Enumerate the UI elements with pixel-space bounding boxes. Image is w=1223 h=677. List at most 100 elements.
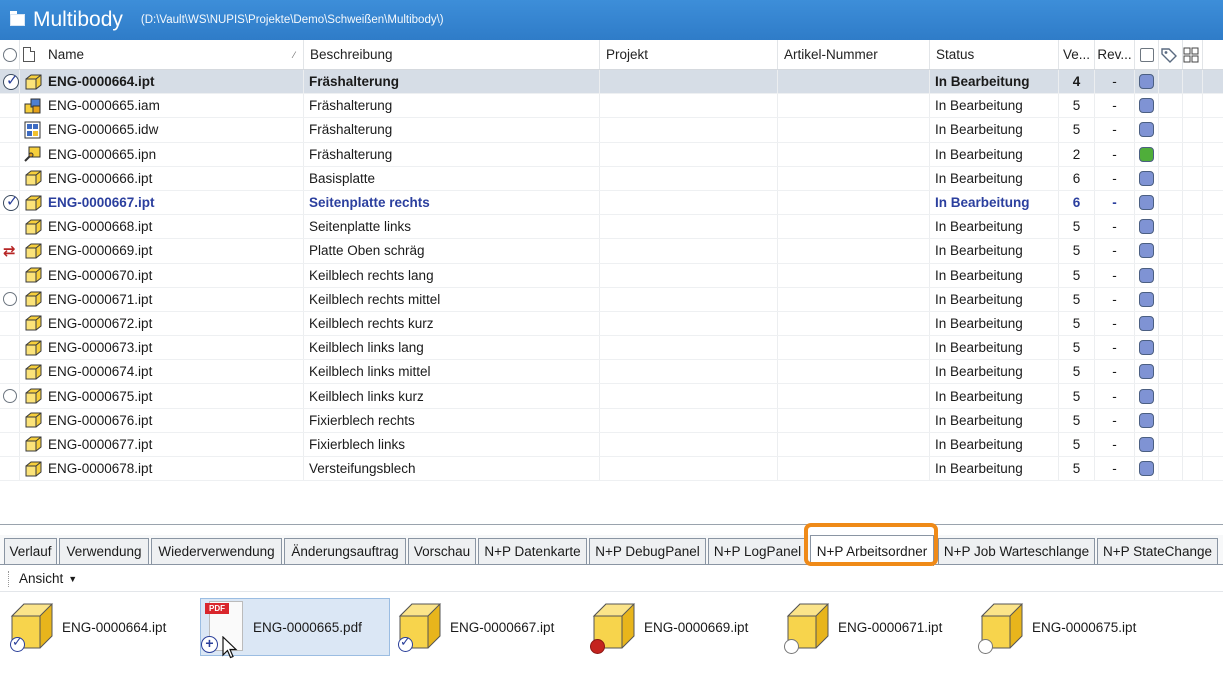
name-cell[interactable]: ENG-0000672.ipt bbox=[46, 311, 304, 336]
row-select-cell[interactable] bbox=[0, 336, 20, 360]
empty-cell bbox=[1159, 336, 1183, 360]
row-select-cell[interactable] bbox=[0, 190, 20, 215]
tab-verlauf[interactable]: Verlauf bbox=[4, 538, 57, 564]
workfolder-file-item[interactable]: ENG-0000669.ipt bbox=[590, 598, 748, 656]
empty-status-icon bbox=[978, 639, 993, 654]
row-select-cell[interactable] bbox=[0, 311, 20, 336]
table-row[interactable]: ENG-0000666.ipt Basisplatte In Bearbeitung… bbox=[0, 166, 1223, 191]
checked-out-icon[interactable] bbox=[3, 192, 19, 211]
tab-n-p-logpanel[interactable]: N+P LogPanel bbox=[708, 538, 807, 564]
row-select-cell[interactable] bbox=[0, 94, 20, 118]
table-row[interactable]: ENG-0000672.ipt Keilblech rechts kurz In B… bbox=[0, 311, 1223, 337]
checked-out-icon[interactable] bbox=[3, 71, 19, 90]
state-color-cell bbox=[1135, 336, 1159, 360]
name-cell[interactable]: ENG-0000678.ipt bbox=[46, 457, 304, 481]
tab-verwendung[interactable]: Verwendung bbox=[59, 538, 149, 564]
name-cell[interactable]: ENG-0000664.ipt bbox=[46, 70, 304, 94]
name-cell[interactable]: ENG-0000669.ipt bbox=[46, 239, 304, 263]
revision-cell: - bbox=[1095, 70, 1135, 94]
header-article[interactable]: Artikel-Nummer bbox=[778, 40, 930, 69]
row-select-cell[interactable] bbox=[0, 118, 20, 142]
state-color-cell bbox=[1135, 457, 1159, 481]
table-row[interactable]: ENG-0000665.ipn Fräshalterung In Bearbeitu… bbox=[0, 142, 1223, 167]
table-row[interactable]: ENG-0000671.ipt Keilblech rechts mittel In… bbox=[0, 287, 1223, 312]
row-select-cell[interactable] bbox=[0, 360, 20, 384]
table-row[interactable]: ENG-0000676.ipt Fixierblech rechts In Bear… bbox=[0, 408, 1223, 433]
table-row[interactable]: ⇄ ENG-0000669.ipt Platte Oben schräg In Bea… bbox=[0, 239, 1223, 264]
name-cell[interactable]: ENG-0000666.ipt bbox=[46, 166, 304, 190]
header-select-col[interactable] bbox=[0, 40, 20, 69]
header-type-col[interactable] bbox=[20, 40, 46, 69]
empty-cell bbox=[1159, 70, 1183, 94]
row-select-cell[interactable] bbox=[0, 457, 20, 481]
table-row[interactable]: ENG-0000675.ipt Keilblech links kurz In Be… bbox=[0, 384, 1223, 409]
tab-n-p-job-warteschlange[interactable]: N+P Job Warteschlange bbox=[938, 538, 1095, 564]
part-cube-icon bbox=[398, 602, 442, 652]
table-row[interactable]: ENG-0000667.iptSeitenplatte rechts In Bea… bbox=[0, 190, 1223, 216]
workfolder-file-item[interactable]: ENG-0000667.ipt bbox=[398, 598, 554, 656]
row-select-cell[interactable] bbox=[0, 142, 20, 166]
header-grid[interactable] bbox=[1183, 40, 1203, 69]
tab-n-p-datenkarte[interactable]: N+P Datenkarte bbox=[478, 538, 587, 564]
table-row[interactable]: ENG-0000673.ipt Keilblech links lang In Be… bbox=[0, 336, 1223, 361]
row-select-cell[interactable] bbox=[0, 432, 20, 456]
row-select-cell[interactable] bbox=[0, 287, 20, 311]
name-cell[interactable]: ENG-0000674.ipt bbox=[46, 360, 304, 384]
status-cell: In Bearbeitung bbox=[930, 336, 1059, 360]
row-select-cell[interactable] bbox=[0, 384, 20, 408]
status-cell: In Bearbeitung bbox=[930, 287, 1059, 311]
name-cell[interactable]: ENG-0000677.ipt bbox=[46, 432, 304, 456]
header-project[interactable]: Projekt bbox=[600, 40, 778, 69]
table-row[interactable]: ENG-0000668.ipt Seitenplatte links In Bear… bbox=[0, 215, 1223, 240]
name-cell[interactable]: ENG-0000665.idw bbox=[46, 118, 304, 142]
header-state-color[interactable] bbox=[1135, 40, 1159, 69]
row-select-cell[interactable] bbox=[0, 215, 20, 239]
tab-änderungsauftrag[interactable]: Änderungsauftrag bbox=[284, 538, 406, 564]
name-cell[interactable]: ENG-0000673.ipt bbox=[46, 336, 304, 360]
name-cell[interactable]: ENG-0000668.ipt bbox=[46, 215, 304, 239]
empty-cell bbox=[1183, 432, 1203, 456]
radio-icon[interactable] bbox=[3, 389, 17, 404]
workfolder-file-item[interactable]: ENG-0000671.ipt bbox=[784, 598, 942, 656]
header-status[interactable]: Status bbox=[930, 40, 1059, 69]
workfolder-file-item[interactable]: ENG-0000664.ipt bbox=[10, 598, 166, 656]
table-row[interactable]: ENG-0000670.ipt Keilblech rechts lang In B… bbox=[0, 263, 1223, 288]
state-color-icon bbox=[1139, 461, 1154, 477]
header-radio-icon[interactable] bbox=[3, 47, 17, 62]
tab-n-p-statechange[interactable]: N+P StateChange bbox=[1097, 538, 1218, 564]
row-select-cell[interactable] bbox=[0, 263, 20, 287]
workfolder-file-item[interactable]: ENG-0000675.ipt bbox=[978, 598, 1136, 656]
table-row[interactable]: ENG-0000678.ipt Versteifungsblech In Bearb… bbox=[0, 457, 1223, 482]
header-description[interactable]: Beschreibung bbox=[304, 40, 600, 69]
table-row[interactable]: ENG-0000665.idw Fräshalterung In Bearbeitu… bbox=[0, 118, 1223, 143]
tab-vorschau[interactable]: Vorschau bbox=[408, 538, 476, 564]
view-dropdown[interactable]: Ansicht bbox=[19, 571, 63, 586]
name-cell[interactable]: ENG-0000675.ipt bbox=[46, 384, 304, 408]
header-tag[interactable] bbox=[1159, 40, 1183, 69]
name-cell[interactable]: ENG-0000670.ipt bbox=[46, 263, 304, 287]
name-cell[interactable]: ENG-0000665.iam bbox=[46, 94, 304, 118]
row-select-cell[interactable] bbox=[0, 166, 20, 190]
table-row[interactable]: ENG-0000674.ipt Keilblech links mittel In … bbox=[0, 360, 1223, 385]
revision-cell: - bbox=[1095, 263, 1135, 287]
header-version[interactable]: Ve... bbox=[1059, 40, 1095, 69]
table-row[interactable]: ENG-0000665.iam Fräshalterung In Bearbeitu… bbox=[0, 94, 1223, 119]
row-select-cell[interactable]: ⇄ bbox=[0, 239, 20, 263]
state-color-icon bbox=[1139, 436, 1154, 452]
tab-wiederverwendung[interactable]: Wiederverwendung bbox=[151, 538, 282, 564]
tab-n-p-debugpanel[interactable]: N+P DebugPanel bbox=[589, 538, 706, 564]
name-cell[interactable]: ENG-0000676.ipt bbox=[46, 408, 304, 432]
chevron-down-icon[interactable]: ▼ bbox=[68, 574, 77, 584]
folder-icon bbox=[10, 11, 25, 26]
row-select-cell[interactable] bbox=[0, 408, 20, 432]
header-revision[interactable]: Rev... bbox=[1095, 40, 1135, 69]
name-cell[interactable]: ENG-0000667.ipt bbox=[46, 190, 304, 215]
header-name[interactable]: Name ⁄ bbox=[46, 40, 304, 69]
row-select-cell[interactable] bbox=[0, 70, 20, 94]
name-cell[interactable]: ENG-0000665.ipn bbox=[46, 142, 304, 166]
table-row[interactable]: ENG-0000664.iptFräshalterung In Bearbeitu… bbox=[0, 70, 1223, 95]
table-row[interactable]: ENG-0000677.ipt Fixierblech links In Bearb… bbox=[0, 432, 1223, 457]
sync-icon[interactable]: ⇄ bbox=[3, 242, 16, 260]
radio-icon[interactable] bbox=[3, 292, 17, 307]
name-cell[interactable]: ENG-0000671.ipt bbox=[46, 287, 304, 311]
